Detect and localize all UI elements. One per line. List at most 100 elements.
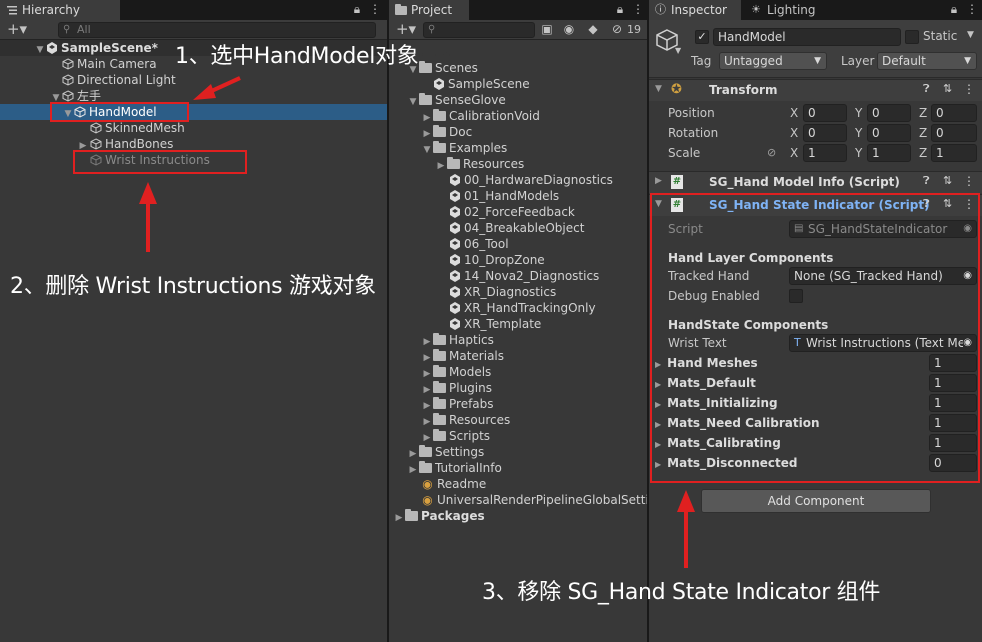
foldout-arrow-icon[interactable]: ▶ bbox=[655, 176, 662, 186]
tree-item-main-camera[interactable]: Main Camera bbox=[62, 56, 157, 72]
position-z-field[interactable]: 0 bbox=[931, 104, 977, 122]
static-dropdown-icon[interactable]: ▼ bbox=[967, 30, 974, 40]
expand-arrow-icon[interactable]: ▼ bbox=[421, 142, 433, 158]
tab-lighting[interactable]: ☀ Lighting bbox=[745, 0, 825, 20]
axis-z-label: Z bbox=[919, 146, 928, 160]
add-icon[interactable]: +▾ bbox=[4, 20, 30, 39]
expand-arrow-icon[interactable]: ▼ bbox=[407, 94, 419, 110]
tag-dropdown[interactable]: Untagged ▼ bbox=[719, 52, 827, 70]
folder-icon bbox=[433, 333, 446, 345]
tree-label: Resources bbox=[449, 413, 511, 427]
more-icon[interactable]: ⋮ bbox=[963, 82, 975, 96]
add-icon[interactable]: +▾ bbox=[393, 20, 419, 39]
project-item-models[interactable]: ▶ Models bbox=[421, 364, 491, 380]
project-item-prefabs[interactable]: ▶ Prefabs bbox=[421, 396, 494, 412]
tree-label: UniversalRenderPipelineGlobalSettings bbox=[437, 493, 647, 507]
model-info-header[interactable]: ▶ # SG_Hand Model Info (Script) ❓︎ ⇅ ⋮ bbox=[649, 171, 982, 193]
position-y-field[interactable]: 0 bbox=[867, 104, 911, 122]
project-item-calibrationvoid[interactable]: ▶ CalibrationVoid bbox=[421, 108, 540, 124]
layer-value: Default bbox=[882, 54, 926, 68]
static-checkbox[interactable] bbox=[905, 30, 919, 44]
project-item-plugins[interactable]: ▶ Plugins bbox=[421, 380, 492, 396]
add-component-button[interactable]: Add Component bbox=[701, 489, 931, 513]
project-item-scene-file[interactable]: XR_HandTrackingOnly bbox=[449, 300, 596, 316]
project-item-haptics[interactable]: ▶ Haptics bbox=[421, 332, 494, 348]
project-item-scene-file[interactable]: 14_Nova2_Diagnostics bbox=[449, 268, 599, 284]
rotation-y-field[interactable]: 0 bbox=[867, 124, 911, 142]
more-icon[interactable]: ⋮ bbox=[963, 174, 975, 188]
project-item-examples-resources[interactable]: ▶ Resources bbox=[435, 156, 524, 172]
more-icon[interactable]: ⋮ bbox=[631, 2, 645, 16]
expand-arrow-icon[interactable]: ▼ bbox=[34, 42, 46, 58]
tree-label: Settings bbox=[435, 445, 485, 459]
more-icon[interactable]: ⋮ bbox=[368, 2, 382, 16]
project-item-scene-file[interactable]: 02_ForceFeedback bbox=[449, 204, 575, 220]
tab-inspector[interactable]: ⓘ Inspector bbox=[649, 0, 741, 20]
rotation-x-field[interactable]: 0 bbox=[803, 124, 847, 142]
more-icon[interactable]: ⋮ bbox=[965, 2, 979, 16]
label-filter-icon[interactable]: ◆ bbox=[585, 22, 601, 36]
foldout-arrow-icon[interactable]: ▼ bbox=[655, 84, 662, 94]
project-item-examples[interactable]: ▼ Examples bbox=[421, 140, 507, 156]
project-item-scene-file[interactable]: XR_Diagnostics bbox=[449, 284, 556, 300]
position-x-field[interactable]: 0 bbox=[803, 104, 847, 122]
project-item-scene-file[interactable]: 01_HandModels bbox=[449, 188, 559, 204]
tree-item-directional-light[interactable]: Directional Light bbox=[62, 72, 176, 88]
project-item-packages[interactable]: ▶ Packages bbox=[393, 508, 485, 524]
project-item-readme[interactable]: ◉ Readme bbox=[421, 476, 486, 492]
project-item-scene-file[interactable]: 10_DropZone bbox=[449, 252, 545, 268]
project-item-favorites[interactable]: Favorites bbox=[397, 44, 587, 60]
lock-icon[interactable]: 🔒︎ bbox=[613, 2, 627, 17]
chevron-down-icon: ▼ bbox=[814, 56, 821, 66]
hidden-packages-icon[interactable]: ⊘ bbox=[609, 22, 625, 36]
dropdown-arrow-icon[interactable]: ▼ bbox=[675, 46, 681, 55]
tree-label: Doc bbox=[449, 125, 473, 139]
project-item-settings[interactable]: ▶ Settings bbox=[407, 444, 484, 460]
project-search-input[interactable]: ⚲ bbox=[423, 22, 535, 38]
project-item-urp-settings[interactable]: ◉ UniversalRenderPipelineGlobalSettings bbox=[421, 492, 647, 508]
layer-dropdown[interactable]: Default ▼ bbox=[877, 52, 977, 70]
project-item-materials[interactable]: ▶ Materials bbox=[421, 348, 504, 364]
help-icon[interactable]: ❓︎ bbox=[923, 174, 930, 188]
collapse-arrow-icon[interactable]: ▶ bbox=[393, 510, 405, 526]
project-item-doc[interactable]: ▶ Doc bbox=[421, 124, 472, 140]
tab-project[interactable]: Project bbox=[389, 0, 469, 20]
unity-scene-icon bbox=[450, 238, 460, 250]
project-item-scripts[interactable]: ▶ Scripts bbox=[421, 428, 490, 444]
transform-header[interactable]: ▼ ✪ Transform ❓︎ ⇅ ⋮ bbox=[649, 79, 982, 101]
asset-file-icon: ◉ bbox=[422, 493, 433, 507]
scale-z-field[interactable]: 1 bbox=[931, 144, 977, 162]
project-item-tutorialinfo[interactable]: ▶ TutorialInfo bbox=[407, 460, 502, 476]
lock-icon[interactable]: 🔒︎ bbox=[947, 2, 961, 17]
hierarchy-search-input[interactable]: ⚲ All bbox=[58, 22, 376, 38]
presets-icon[interactable]: ⇅ bbox=[943, 82, 952, 95]
project-item-senseglove[interactable]: ▼ SenseGlove bbox=[407, 92, 506, 108]
project-item-samplescene[interactable]: SampleScene bbox=[433, 76, 530, 92]
scale-x-field[interactable]: 1 bbox=[803, 144, 847, 162]
tree-item-skinnedmesh[interactable]: SkinnedMesh bbox=[90, 120, 185, 136]
search-icon: ⚲ bbox=[428, 24, 436, 35]
gameobject-icon bbox=[90, 122, 102, 134]
link-icon[interactable]: ⊘ bbox=[767, 146, 776, 159]
tab-hierarchy[interactable]: Hierarchy bbox=[0, 0, 120, 20]
project-tabbar: Project 🔒︎ ⋮ bbox=[389, 0, 647, 20]
object-name-field[interactable]: HandModel bbox=[713, 28, 901, 46]
project-item-scene-file[interactable]: 06_Tool bbox=[449, 236, 509, 252]
annotation-step2: 2、删除 Wrist Instructions 游戏对象 bbox=[10, 274, 376, 299]
help-icon[interactable]: ❓︎ bbox=[923, 82, 930, 96]
collapse-arrow-icon[interactable]: ▶ bbox=[407, 462, 419, 478]
active-checkbox[interactable]: ✓ bbox=[695, 30, 709, 44]
presets-icon[interactable]: ⇅ bbox=[943, 174, 952, 187]
lock-icon[interactable]: 🔒︎ bbox=[350, 2, 364, 17]
tag-value: Untagged bbox=[724, 54, 783, 68]
type-filter-icon[interactable]: ◉ bbox=[561, 22, 577, 36]
scale-y-field[interactable]: 1 bbox=[867, 144, 911, 162]
scene-search-icon[interactable]: ▣ bbox=[539, 22, 555, 36]
project-item-resources[interactable]: ▶ Resources bbox=[421, 412, 510, 428]
project-item-scene-file[interactable]: 00_HardwareDiagnostics bbox=[449, 172, 613, 188]
highlight-handmodel bbox=[50, 102, 189, 122]
project-item-scene-file[interactable]: XR_Template bbox=[449, 316, 541, 332]
collapse-arrow-icon[interactable]: ▶ bbox=[435, 158, 447, 174]
project-item-scene-file[interactable]: 04_BreakableObject bbox=[449, 220, 584, 236]
rotation-z-field[interactable]: 0 bbox=[931, 124, 977, 142]
